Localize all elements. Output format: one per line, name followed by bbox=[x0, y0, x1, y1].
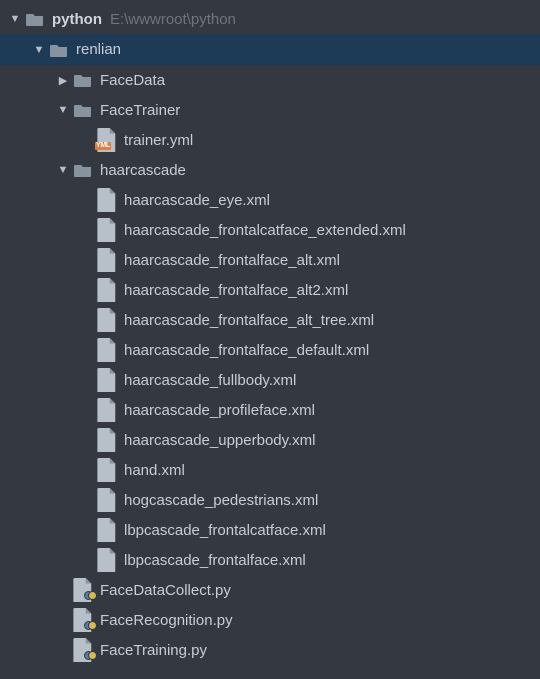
tree-item-label: hand.xml bbox=[124, 462, 185, 479]
xml-file-icon bbox=[96, 461, 118, 479]
tree-item-label: haarcascade_frontalcatface_extended.xml bbox=[124, 222, 406, 239]
tree-item-label: FaceData bbox=[100, 72, 165, 89]
tree-row-xml-file[interactable]: ▶lbpcascade_frontalface.xml bbox=[0, 545, 540, 575]
tree-row-py-file[interactable]: ▶FaceRecognition.py bbox=[0, 605, 540, 635]
tree-row-py-file[interactable]: ▶FaceTraining.py bbox=[0, 635, 540, 665]
folder-icon bbox=[72, 73, 94, 87]
tree-item-label: lbpcascade_frontalface.xml bbox=[124, 552, 306, 569]
chevron-down-icon[interactable]: ▼ bbox=[54, 104, 72, 116]
xml-file-icon bbox=[96, 431, 118, 449]
xml-file-icon bbox=[96, 491, 118, 509]
tree-row-xml-file[interactable]: ▶haarcascade_frontalcatface_extended.xml bbox=[0, 215, 540, 245]
python-file-icon bbox=[72, 611, 94, 629]
tree-item-label: FaceTrainer bbox=[100, 102, 180, 119]
tree-row-facetrainer[interactable]: ▼ FaceTrainer bbox=[0, 95, 540, 125]
tree-row-xml-file[interactable]: ▶lbpcascade_frontalcatface.xml bbox=[0, 515, 540, 545]
tree-item-label: FaceRecognition.py bbox=[100, 612, 233, 629]
tree-row-xml-file[interactable]: ▶haarcascade_fullbody.xml bbox=[0, 365, 540, 395]
tree-item-label: lbpcascade_frontalcatface.xml bbox=[124, 522, 326, 539]
tree-item-label: haarcascade_frontalface_alt2.xml bbox=[124, 282, 348, 299]
tree-row-trainer-yml[interactable]: ▶ YML trainer.yml bbox=[0, 125, 540, 155]
tree-item-label: hogcascade_pedestrians.xml bbox=[124, 492, 318, 509]
tree-row-haarcascade[interactable]: ▼ haarcascade bbox=[0, 155, 540, 185]
folder-icon bbox=[24, 12, 46, 26]
tree-row-renlian[interactable]: ▼ renlian bbox=[0, 34, 540, 65]
tree-row-xml-file[interactable]: ▶haarcascade_frontalface_alt2.xml bbox=[0, 275, 540, 305]
xml-file-icon bbox=[96, 341, 118, 359]
tree-row-py-file[interactable]: ▶FaceDataCollect.py bbox=[0, 575, 540, 605]
tree-row-xml-file[interactable]: ▶haarcascade_upperbody.xml bbox=[0, 425, 540, 455]
xml-file-icon bbox=[96, 251, 118, 269]
tree-item-label: FaceTraining.py bbox=[100, 642, 207, 659]
xml-file-icon bbox=[96, 401, 118, 419]
tree-item-path: E:\wwwroot\python bbox=[110, 11, 236, 28]
tree-row-xml-file[interactable]: ▶haarcascade_profileface.xml bbox=[0, 395, 540, 425]
yml-file-icon: YML bbox=[96, 131, 118, 149]
chevron-down-icon[interactable]: ▼ bbox=[6, 13, 24, 25]
xml-file-icon bbox=[96, 191, 118, 209]
xml-file-icon bbox=[96, 551, 118, 569]
tree-item-label: renlian bbox=[76, 41, 121, 58]
python-file-icon bbox=[72, 581, 94, 599]
folder-icon bbox=[72, 103, 94, 117]
xml-file-icon bbox=[96, 371, 118, 389]
tree-item-label: haarcascade_frontalface_default.xml bbox=[124, 342, 369, 359]
tree-item-label: haarcascade_upperbody.xml bbox=[124, 432, 316, 449]
tree-item-label: python bbox=[52, 11, 102, 28]
project-tree[interactable]: ▼ python E:\wwwroot\python ▼ renlian ▶ F… bbox=[0, 0, 540, 665]
tree-row-xml-file[interactable]: ▶haarcascade_frontalface_alt.xml bbox=[0, 245, 540, 275]
tree-row-facedata[interactable]: ▶ FaceData bbox=[0, 65, 540, 95]
tree-item-label: haarcascade_profileface.xml bbox=[124, 402, 315, 419]
chevron-down-icon[interactable]: ▼ bbox=[54, 164, 72, 176]
python-file-icon bbox=[72, 641, 94, 659]
xml-file-icon bbox=[96, 521, 118, 539]
chevron-down-icon[interactable]: ▼ bbox=[30, 44, 48, 56]
tree-row-xml-file[interactable]: ▶haarcascade_eye.xml bbox=[0, 185, 540, 215]
tree-row-xml-file[interactable]: ▶haarcascade_frontalface_default.xml bbox=[0, 335, 540, 365]
xml-file-icon bbox=[96, 311, 118, 329]
tree-item-label: haarcascade_frontalface_alt_tree.xml bbox=[124, 312, 374, 329]
tree-item-label: haarcascade_eye.xml bbox=[124, 192, 270, 209]
tree-item-label: haarcascade bbox=[100, 162, 186, 179]
tree-row-xml-file[interactable]: ▶haarcascade_frontalface_alt_tree.xml bbox=[0, 305, 540, 335]
tree-row-xml-file[interactable]: ▶hogcascade_pedestrians.xml bbox=[0, 485, 540, 515]
tree-row-root[interactable]: ▼ python E:\wwwroot\python bbox=[0, 4, 540, 34]
tree-item-label: haarcascade_frontalface_alt.xml bbox=[124, 252, 340, 269]
folder-icon bbox=[48, 43, 70, 57]
tree-item-label: FaceDataCollect.py bbox=[100, 582, 231, 599]
xml-file-icon bbox=[96, 281, 118, 299]
tree-row-xml-file[interactable]: ▶hand.xml bbox=[0, 455, 540, 485]
chevron-right-icon[interactable]: ▶ bbox=[54, 74, 72, 87]
xml-file-icon bbox=[96, 221, 118, 239]
folder-icon bbox=[72, 163, 94, 177]
tree-item-label: haarcascade_fullbody.xml bbox=[124, 372, 296, 389]
tree-item-label: trainer.yml bbox=[124, 132, 193, 149]
